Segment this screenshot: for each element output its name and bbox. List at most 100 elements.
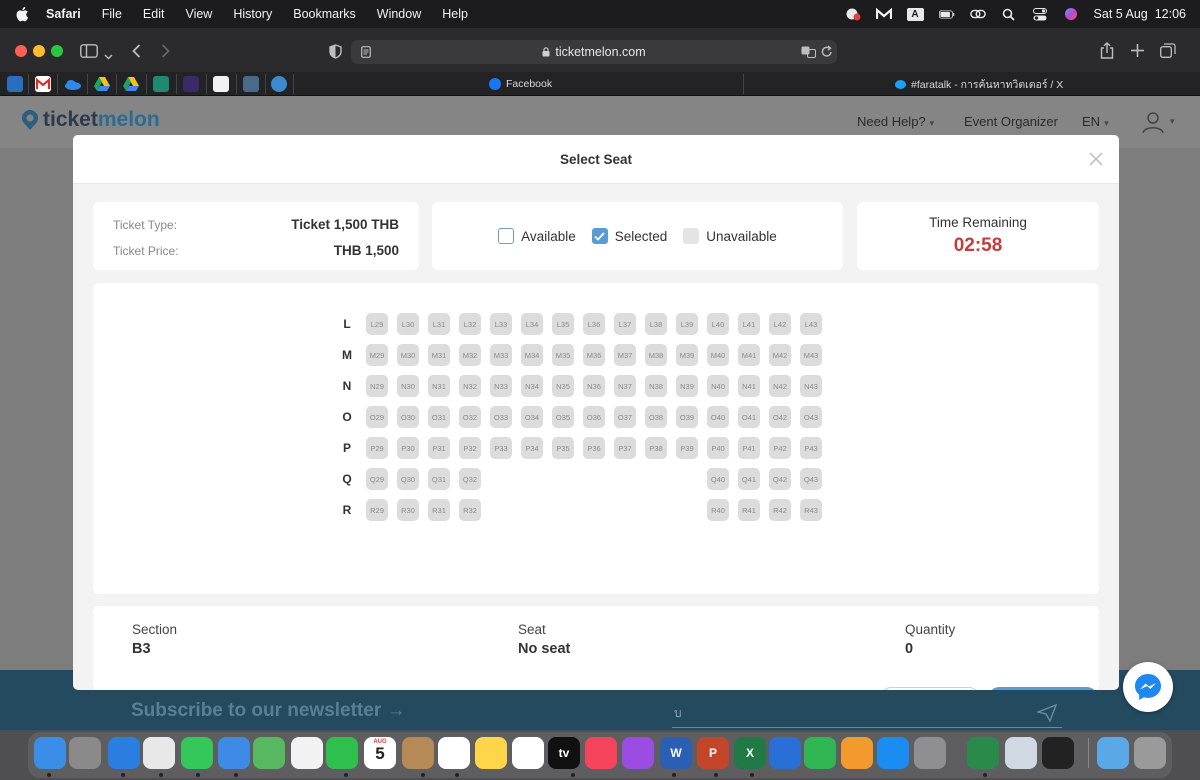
need-help-menu[interactable]: Need Help? ▾ [857,114,934,129]
document-favicon-icon[interactable] [213,76,229,92]
seat-P33[interactable]: P33 [490,437,512,459]
input-source-icon[interactable]: A [906,7,924,21]
music-icon[interactable] [585,737,617,769]
seat-O33[interactable]: O33 [490,406,512,428]
menu-edit[interactable]: Edit [143,7,165,21]
reader-icon[interactable] [361,46,371,61]
translate-icon[interactable] [801,46,817,61]
chevron-down-icon[interactable] [104,47,113,65]
seat-N43[interactable]: N43 [800,375,822,397]
seat-N40[interactable]: N40 [707,375,729,397]
tab-facebook[interactable]: Facebook [489,72,552,96]
seat-O38[interactable]: O38 [645,406,667,428]
seat-R42[interactable]: R42 [769,499,791,521]
seat-L38[interactable]: L38 [645,313,667,335]
search-icon[interactable] [1001,7,1017,21]
url-text[interactable]: ticketmelon.com [555,45,645,59]
menu-bookmarks[interactable]: Bookmarks [293,7,356,21]
powerpoint-icon[interactable]: P [697,737,729,769]
app-favicon-icon[interactable] [153,76,169,92]
new-tab-icon[interactable] [1131,44,1144,62]
privacy-shield-icon[interactable] [329,44,342,64]
seat-Q31[interactable]: Q31 [428,468,450,490]
maps-icon[interactable] [253,737,285,769]
seat-L42[interactable]: L42 [769,313,791,335]
seat-M37[interactable]: M37 [614,344,636,366]
seat-O36[interactable]: O36 [583,406,605,428]
seat-L35[interactable]: L35 [552,313,574,335]
back-icon[interactable] [132,44,141,63]
contacts-icon[interactable] [402,737,434,769]
seat-L37[interactable]: L37 [614,313,636,335]
seat-P40[interactable]: P40 [707,437,729,459]
seat-M33[interactable]: M33 [490,344,512,366]
seat-P39[interactable]: P39 [676,437,698,459]
seat-N39[interactable]: N39 [676,375,698,397]
ticketmelon-logo[interactable]: ticket melon [20,108,160,132]
seat-N37[interactable]: N37 [614,375,636,397]
seat-O29[interactable]: O29 [366,406,388,428]
seat-M29[interactable]: M29 [366,344,388,366]
newsletter-email-input[interactable]: บ [672,704,1062,728]
seat-L34[interactable]: L34 [521,313,543,335]
seat-M34[interactable]: M34 [521,344,543,366]
seat-Q29[interactable]: Q29 [366,468,388,490]
seat-M38[interactable]: M38 [645,344,667,366]
menu-file[interactable]: File [102,7,122,21]
seat-L29[interactable]: L29 [366,313,388,335]
mail-status-icon[interactable] [875,7,892,21]
apple-logo-icon[interactable] [14,5,32,23]
battery-icon[interactable] [938,7,955,21]
seat-M40[interactable]: M40 [707,344,729,366]
seat-Q42[interactable]: Q42 [769,468,791,490]
seat-R41[interactable]: R41 [738,499,760,521]
piano-icon[interactable] [1042,737,1074,769]
status-app-icon[interactable] [845,7,861,21]
seat-M35[interactable]: M35 [552,344,574,366]
launchpad-icon[interactable] [69,737,101,769]
seat-P30[interactable]: P30 [397,437,419,459]
seat-O30[interactable]: O30 [397,406,419,428]
seat-P41[interactable]: P41 [738,437,760,459]
seat-N42[interactable]: N42 [769,375,791,397]
seat-P38[interactable]: P38 [645,437,667,459]
menu-history[interactable]: History [233,7,272,21]
messages-icon[interactable] [181,737,213,769]
seat-M42[interactable]: M42 [769,344,791,366]
seat-M30[interactable]: M30 [397,344,419,366]
forward-icon[interactable] [161,44,170,63]
mail-icon[interactable] [218,737,250,769]
menu-help[interactable]: Help [442,7,468,21]
image-favicon-icon[interactable] [243,76,259,92]
seat-R31[interactable]: R31 [428,499,450,521]
seat-N36[interactable]: N36 [583,375,605,397]
chevron-down-icon[interactable]: ▾ [1170,116,1175,127]
seat-O34[interactable]: O34 [521,406,543,428]
seat-Q32[interactable]: Q32 [459,468,481,490]
address-bar[interactable]: ticketmelon.com [351,40,837,64]
seat-P29[interactable]: P29 [366,437,388,459]
tab-overview-icon[interactable] [1160,43,1176,63]
seat-Q30[interactable]: Q30 [397,468,419,490]
messenger-chat-button[interactable] [1123,662,1173,712]
tab-twitter[interactable]: #faratalk - การค้นหาทวิตเตอร์ / X [895,72,1063,96]
trash-icon[interactable] [1134,737,1166,769]
seat-P34[interactable]: P34 [521,437,543,459]
google-drive-favicon-icon[interactable] [94,76,110,92]
seat-L41[interactable]: L41 [738,313,760,335]
event-organizer-link[interactable]: Event Organizer [964,114,1058,129]
notes-icon[interactable] [475,737,507,769]
seat-L31[interactable]: L31 [428,313,450,335]
safari-icon[interactable] [108,737,140,769]
seat-P37[interactable]: P37 [614,437,636,459]
excel-icon[interactable]: X [734,737,766,769]
finder-icon[interactable] [34,737,66,769]
seat-N29[interactable]: N29 [366,375,388,397]
seat-R40[interactable]: R40 [707,499,729,521]
seat-O37[interactable]: O37 [614,406,636,428]
seat-M43[interactable]: M43 [800,344,822,366]
seat-Q40[interactable]: Q40 [707,468,729,490]
seat-N32[interactable]: N32 [459,375,481,397]
seat-P32[interactable]: P32 [459,437,481,459]
menu-app-name[interactable]: Safari [46,7,81,21]
